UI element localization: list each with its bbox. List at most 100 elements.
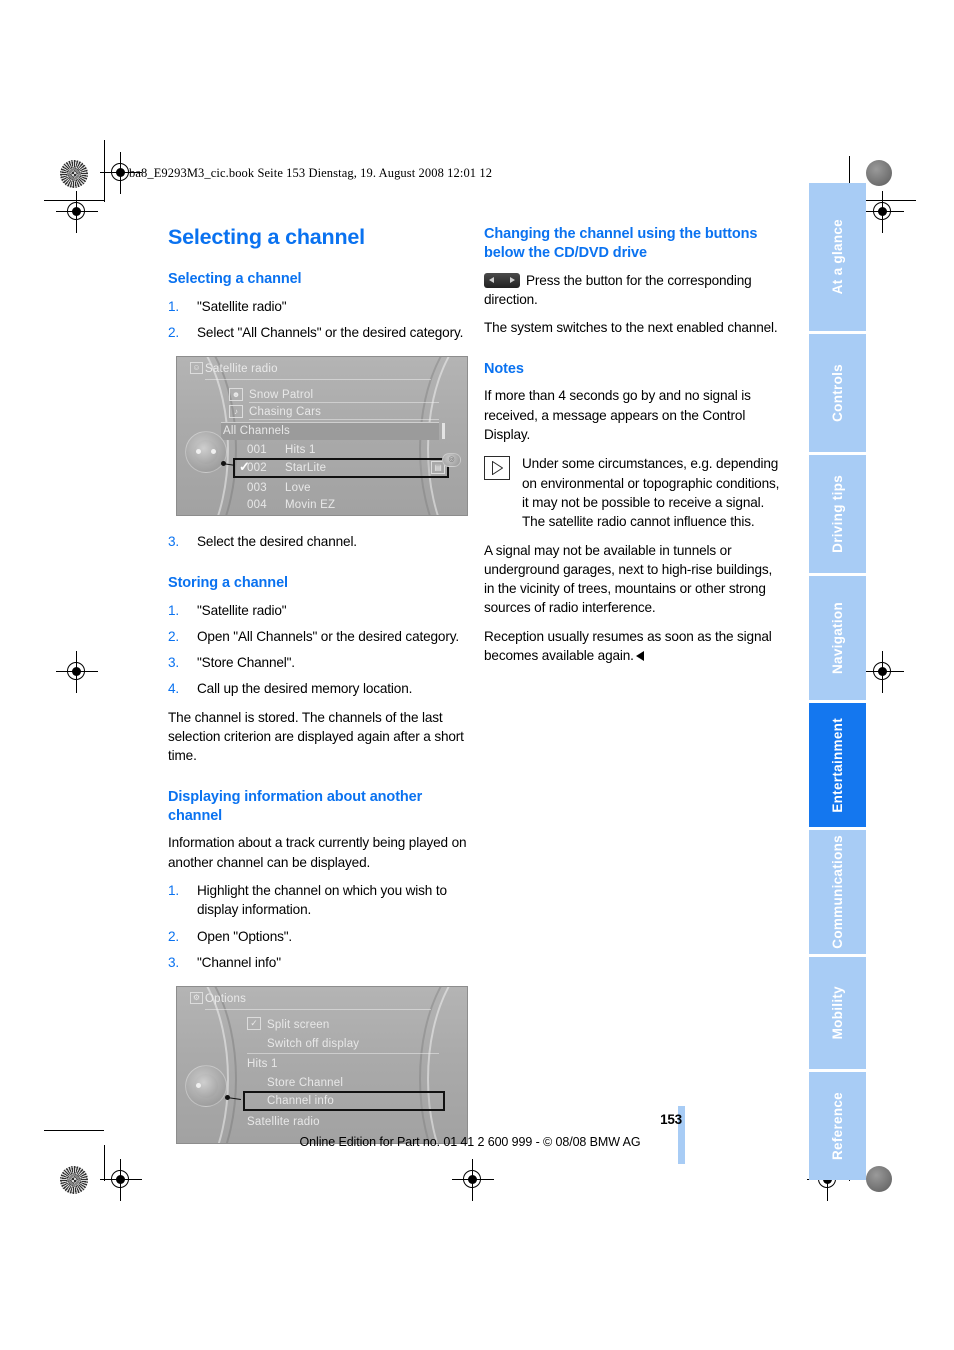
artist-label: Snow Patrol (249, 389, 314, 402)
step-text: Call up the desired memory location. (197, 681, 413, 697)
right-column: Changing the channel using the buttons b… (484, 225, 784, 674)
list-item: 1. "Satellite radio" (168, 297, 468, 316)
paragraph-displaying-information: Information about a track currently bein… (168, 835, 467, 870)
steps-displaying-information: 1. Highlight the channel on which you wi… (168, 881, 468, 972)
chapter-sidebar: At a glance Controls Driving tips Naviga… (809, 183, 866, 1180)
track-label: Chasing Cars (249, 406, 322, 419)
sidebar-tab-label: Mobility (830, 986, 845, 1040)
step-number: 2. (168, 325, 180, 341)
split-screen-checkbox[interactable]: ✓ (247, 1017, 261, 1031)
step-text: Select "All Channels" or the desired cat… (197, 325, 464, 341)
heading-changing-the-channel: Changing the channel using the buttons b… (484, 226, 758, 261)
sidebar-tab-controls[interactable]: Controls (809, 334, 866, 452)
channel-number: 001 (247, 444, 267, 457)
end-of-note-marker (635, 650, 644, 661)
channel-row-003[interactable]: 003 Love (247, 479, 437, 497)
step-text: Select the desired channel. (197, 534, 357, 550)
note-block: Under some circumstances, e.g. depending… (484, 454, 784, 531)
title-divider (205, 1009, 431, 1011)
step-number: 1. (168, 602, 180, 618)
title-divider (205, 379, 431, 381)
sidebar-tab-entertainment[interactable]: Entertainment (809, 703, 866, 827)
menu-group-label: Hits 1 (247, 1058, 278, 1071)
idrive-controller-knob[interactable] (183, 1063, 229, 1109)
options-icon: ⚙ (190, 992, 203, 1005)
list-item: 3. Select the desired channel. (168, 532, 468, 551)
step-number: 2. (168, 928, 180, 944)
registration-mark-right-lower (862, 651, 904, 693)
row-divider (249, 419, 439, 421)
sidebar-tab-label: At a glance (830, 219, 845, 295)
channel-row-001[interactable]: 001 Hits 1 (247, 441, 437, 459)
sidebar-tab-at-a-glance[interactable]: At a glance (809, 183, 866, 331)
list-item: 2. Open "All Channels" or the desired ca… (168, 627, 468, 646)
steps-storing-a-channel: 1. "Satellite radio" 2. Open "All Channe… (168, 601, 468, 699)
density-patch-bottom-right (866, 1166, 892, 1192)
note-paragraph-tunnels: A signal may not be available in tunnels… (484, 542, 773, 616)
heading-storing-a-channel: Storing a channel (168, 574, 288, 591)
menu-item-label: Channel info (267, 1095, 334, 1108)
menu-item-channel-info[interactable]: Channel info (267, 1092, 437, 1110)
menu-item-label: Store Channel (267, 1077, 344, 1090)
step-text: Open "All Channels" or the desired categ… (197, 628, 459, 644)
list-item: 4. Call up the desired memory location. (168, 679, 468, 698)
channel-number: 003 (247, 482, 267, 495)
menu-group-label: Satellite radio (247, 1116, 320, 1129)
paragraph-next-enabled-channel: The system switches to the next enabled … (484, 320, 778, 336)
category-row[interactable]: All Channels (223, 422, 437, 440)
channel-row-002[interactable]: 002 StarLite (247, 459, 437, 477)
list-item: 3. "Channel info" (168, 953, 468, 972)
channel-number: 002 (247, 462, 267, 475)
page-number-value: 153 (660, 1112, 682, 1127)
idrive-controller-knob[interactable] (183, 429, 229, 475)
sidebar-tab-label: Navigation (830, 601, 845, 674)
channel-name: StarLite (285, 462, 327, 475)
menu-item-label: Switch off display (267, 1038, 360, 1051)
row-divider (247, 1053, 439, 1055)
step-text: Open "Options". (197, 928, 293, 944)
trim-mark-bottom-left-vertical (104, 1145, 105, 1181)
category-label: All Channels (223, 425, 290, 438)
registration-mark-left-upper (56, 191, 98, 233)
trim-mark-left-lower-rule (44, 1130, 104, 1131)
channel-row-004[interactable]: 004 Movin EZ (247, 496, 437, 514)
halftone-star-target (60, 160, 88, 188)
side-button[interactable]: ◎ (442, 453, 461, 468)
sidebar-tab-communications[interactable]: Communications (809, 830, 866, 954)
menu-item-store-channel[interactable]: Store Channel (267, 1074, 437, 1092)
footer-copyright: Online Edition for Part no. 01 41 2 600 … (0, 1135, 940, 1149)
registration-mark-bottom-center (452, 1159, 494, 1201)
sidebar-tab-label: Controls (830, 364, 845, 422)
screen-title: Options (205, 993, 247, 1006)
channel-name: Love (285, 482, 311, 495)
menu-item-label: Split screen (267, 1019, 330, 1032)
list-item: 3. "Store Channel". (168, 653, 468, 672)
sidebar-tab-label: Communications (830, 835, 845, 949)
print-job-header: ba8_E9293M3_cic.book Seite 153 Dienstag,… (129, 166, 493, 180)
halftone-star-target-bottom-left (60, 1166, 88, 1194)
trim-mark-right-top (866, 200, 916, 201)
steps-selecting-continued: 3. Select the desired channel. (168, 532, 468, 551)
step-number: 4. (168, 681, 180, 697)
note-paragraph-reception: Reception usually resumes as soon as the… (484, 627, 784, 666)
menu-item-switch-off-display[interactable]: Switch off display (267, 1035, 437, 1053)
sidebar-tab-mobility[interactable]: Mobility (809, 957, 866, 1069)
sidebar-tab-driving-tips[interactable]: Driving tips (809, 455, 866, 573)
menu-item-split-screen[interactable]: Split screen (267, 1016, 437, 1034)
list-item: 2. Open "Options". (168, 927, 468, 946)
heading-selecting-a-channel: Selecting a channel (168, 271, 302, 287)
triangle-note-icon (484, 456, 510, 481)
sidebar-tab-label: Entertainment (830, 717, 845, 813)
screenshot-satellite-radio-channel-list: ☺ Satellite radio ☻ Snow Patrol ♪ Chasin… (176, 356, 468, 517)
menu-group-satellite-radio: Satellite radio (247, 1113, 437, 1131)
channel-name: Hits 1 (285, 444, 316, 457)
step-number: 3. (168, 954, 180, 970)
scroll-indicator[interactable] (442, 423, 445, 440)
heading-notes: Notes (484, 360, 524, 377)
left-right-button-icon (484, 272, 520, 288)
channel-number: 004 (247, 499, 267, 512)
sidebar-tab-navigation[interactable]: Navigation (809, 576, 866, 700)
sidebar-tab-label: Driving tips (830, 475, 845, 553)
track-icon: ♪ (229, 405, 243, 419)
sidebar-tab-reference[interactable]: Reference (809, 1072, 866, 1180)
